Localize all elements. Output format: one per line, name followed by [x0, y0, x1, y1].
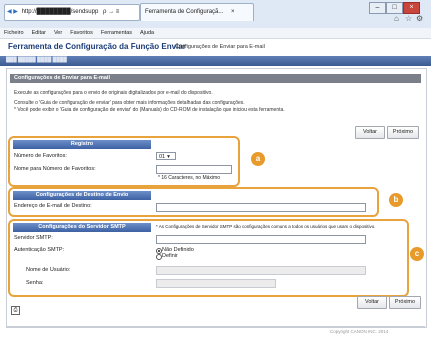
menu-tools[interactable]: Ferramentas: [101, 30, 132, 36]
section-title: Configurações de Enviar para E-mail: [10, 74, 421, 83]
copyright: Copyright CANON INC. 2014: [330, 329, 389, 334]
back-button-top[interactable]: Voltar: [355, 126, 385, 139]
printer-icon[interactable]: ⎙: [11, 306, 20, 315]
favorites-number-label: Número de Favoritos:: [14, 153, 67, 159]
forward-icon[interactable]: ▶: [13, 9, 18, 15]
star-icon[interactable]: ☆: [405, 14, 412, 23]
page-subtitle: Configurações de Enviar para E-mail: [175, 44, 265, 50]
smtp-server-field[interactable]: [156, 235, 366, 244]
menu-bar: Ficheiro Editar Ver Favoritos Ferramentas Aju…: [0, 28, 431, 39]
minimize-button[interactable]: –: [369, 2, 386, 14]
back-button-bottom[interactable]: Voltar: [357, 296, 387, 309]
home-icon[interactable]: ⌂: [394, 14, 399, 23]
smtp-title: Configurações do Servidor SMTP: [13, 223, 151, 232]
address-tools-icon[interactable]: ρ → ≡: [103, 9, 119, 15]
address-text[interactable]: http://████████/sendsupp: [22, 9, 99, 15]
section-note-3: * Você pode exibir o 'Guia de configuraç…: [14, 107, 285, 113]
tab-title: Ferramenta de Configuraçã...: [145, 9, 224, 15]
menu-edit[interactable]: Editar: [32, 30, 46, 36]
callout-a: a: [251, 152, 265, 166]
address-bar[interactable]: ◀ ▶ http://████████/sendsupp ρ → ≡: [4, 4, 140, 21]
favorites-name-field[interactable]: [156, 165, 232, 174]
destination-email-field[interactable]: [156, 203, 366, 212]
section-note-1: Execute as configurações para o envio de…: [14, 90, 213, 96]
username-label: Nome de Usuário:: [26, 267, 71, 273]
breadcrumb: ███ █████ ████ ████: [6, 57, 67, 63]
footer-divider: [6, 326, 425, 327]
close-button[interactable]: ×: [403, 2, 420, 14]
menu-favorites[interactable]: Favoritos: [70, 30, 93, 36]
auth-set-label: Definir: [162, 253, 178, 259]
password-label: Senha:: [26, 280, 44, 286]
favorites-number-value: 01: [159, 154, 166, 160]
menu-help[interactable]: Ajuda: [140, 30, 154, 36]
maximize-button[interactable]: □: [386, 2, 403, 14]
browser-tab[interactable]: Ferramenta de Configuraçã... ×: [140, 3, 254, 21]
smtp-note: * As Configurações de Servidor SMTP são …: [156, 224, 376, 229]
password-field[interactable]: [156, 279, 276, 288]
favorites-number-select[interactable]: 01 ▾: [156, 152, 176, 160]
callout-c: c: [410, 247, 424, 261]
chevron-down-icon: ▾: [167, 154, 170, 160]
gear-icon[interactable]: ⚙: [416, 14, 423, 23]
next-button-bottom[interactable]: Próximo: [389, 296, 421, 309]
next-button-top[interactable]: Próximo: [387, 126, 419, 139]
destination-email-label: Endereço de E-mail de Destino:: [14, 203, 92, 209]
tab-close-icon[interactable]: ×: [231, 9, 235, 15]
username-field[interactable]: [156, 266, 366, 275]
back-icon[interactable]: ◀: [7, 9, 12, 15]
section-note-2: Consulte o 'Guia de configuração de envi…: [14, 100, 245, 106]
menu-file[interactable]: Ficheiro: [4, 30, 24, 36]
destino-title: Configurações de Destino de Envio: [13, 191, 151, 200]
registro-title: Registro: [13, 140, 151, 149]
favorites-name-hint: * 16 Caracteres, no Máximo: [158, 175, 220, 181]
favorites-name-label: Nome para Número de Favoritos:: [14, 166, 96, 172]
smtp-auth-label: Autenticação SMTP:: [14, 247, 65, 253]
smtp-server-label: Servidor SMTP:: [14, 235, 53, 241]
page-title: Ferramenta de Configuração da Função Env…: [8, 42, 186, 51]
menu-view[interactable]: Ver: [54, 30, 62, 36]
callout-b: b: [389, 193, 403, 207]
